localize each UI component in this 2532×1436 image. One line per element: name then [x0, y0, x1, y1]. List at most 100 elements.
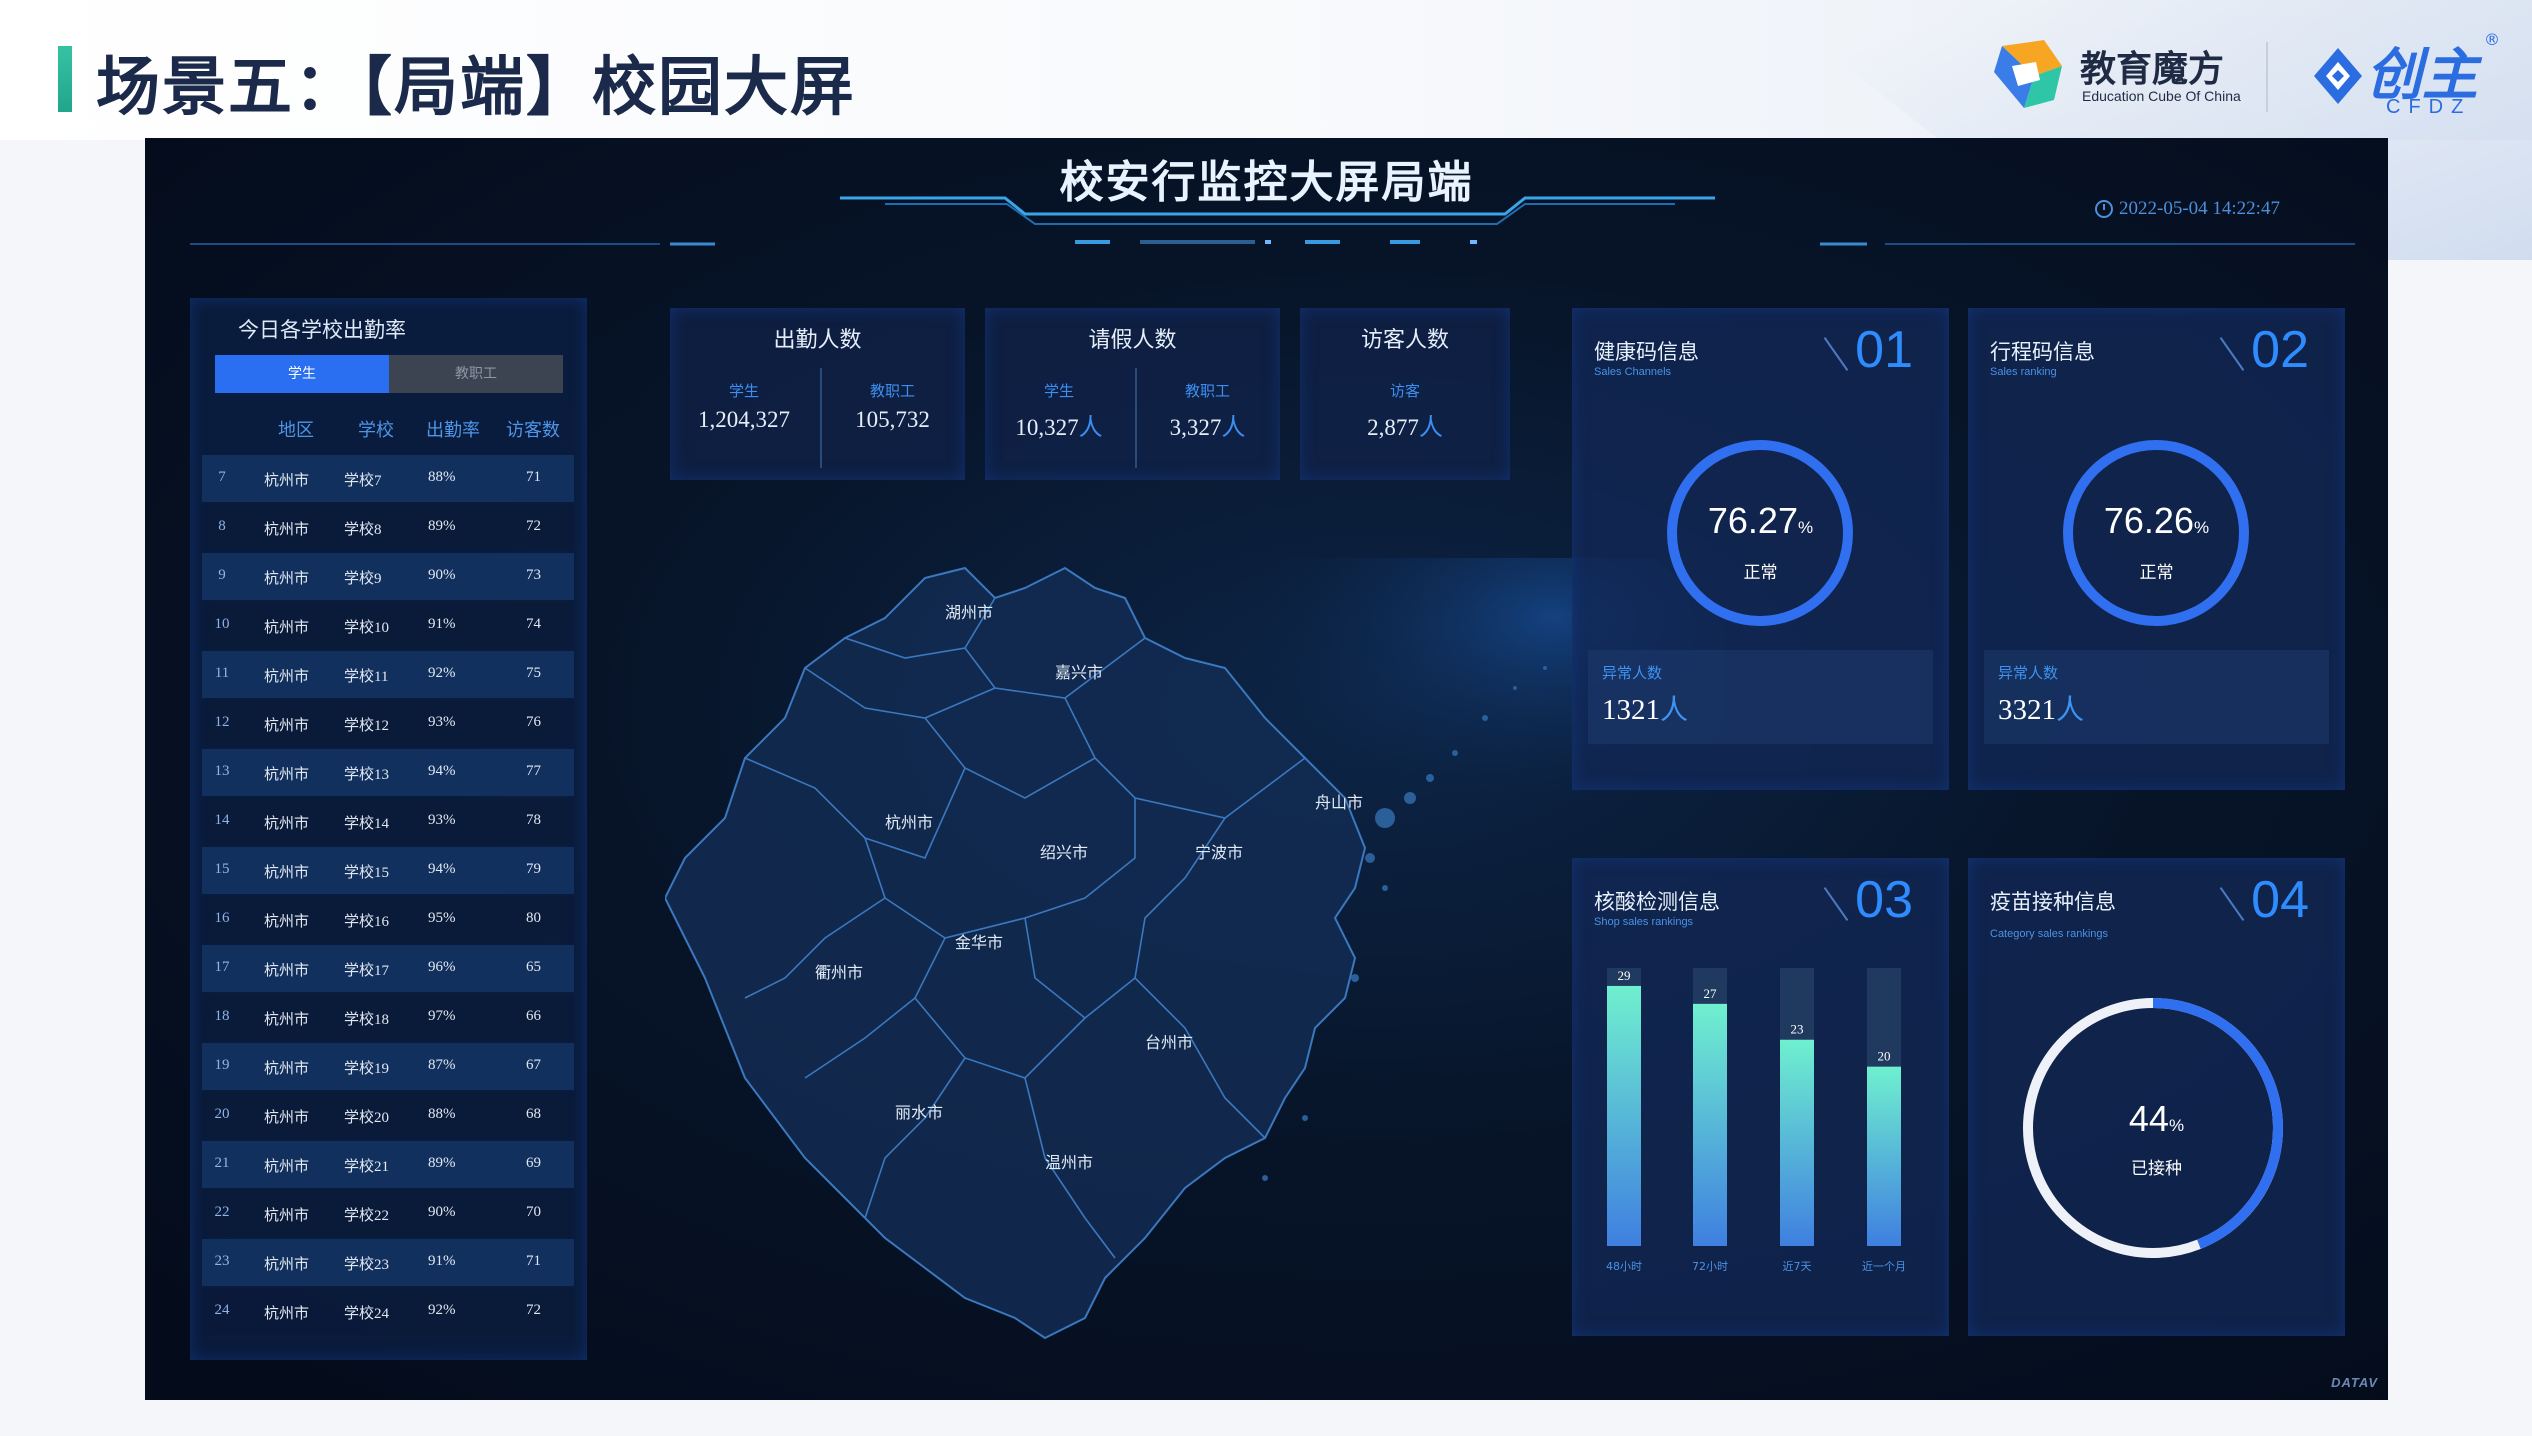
leave-staff-number: 3,327: [1169, 415, 1222, 440]
bar-2[interactable]: [1780, 1039, 1814, 1246]
cell-region: 杭州市: [264, 816, 310, 832]
label-staff: 教职工: [1184, 382, 1230, 400]
vaccine-number: 04: [2251, 871, 2309, 929]
clock-icon: [2095, 200, 2113, 218]
map-city-label[interactable]: 嘉兴市: [1055, 663, 1103, 682]
bar-value-label: 27: [1704, 986, 1718, 1001]
visitor-count-card: 访客人数 访客 2,877人: [1300, 308, 1510, 480]
value-visitor: 2,877人: [1300, 407, 1510, 442]
vaccine-status: 已接种: [2131, 1159, 2182, 1179]
health-code-card: 健康码信息 Sales Channels 01 76.27% 正常 异常人数 1…: [1572, 308, 1949, 790]
cell-rate: 90%: [428, 567, 456, 583]
map-city-label[interactable]: 金华市: [955, 933, 1003, 952]
bar-0[interactable]: [1607, 985, 1641, 1246]
cfdz-logo-icon: [2314, 48, 2362, 104]
table-row[interactable]: 21 杭州市 学校21 89% 69: [202, 1141, 574, 1188]
datetime-text: 2022-05-04 14:22:47: [2119, 198, 2280, 219]
health-code-abnormal-value: 1321人: [1602, 688, 1688, 728]
table-row[interactable]: 10 杭州市 学校10 91% 74: [202, 602, 574, 649]
bar-category-label: 72小时: [1692, 1260, 1728, 1273]
label-student: 学生: [728, 382, 759, 400]
cell-region: 杭州市: [264, 718, 310, 734]
table-row[interactable]: 13 杭州市 学校13 94% 77: [202, 749, 574, 796]
table-row[interactable]: 23 杭州市 学校23 91% 71: [202, 1239, 574, 1286]
visitor-count-title: 访客人数: [1360, 328, 1449, 353]
cell-region: 杭州市: [264, 571, 310, 587]
row-index: 19: [214, 1057, 230, 1073]
map-city-label[interactable]: 绍兴市: [1040, 843, 1088, 862]
cell-rate: 88%: [428, 469, 456, 485]
table-row[interactable]: 15 杭州市 学校15 94% 79: [202, 847, 574, 894]
bar-1[interactable]: [1693, 1003, 1727, 1246]
table-row[interactable]: 11 杭州市 学校11 92% 75: [202, 651, 574, 698]
cell-rate: 91%: [428, 1253, 456, 1269]
col-rate: 出勤率: [426, 420, 480, 441]
row-index: 21: [214, 1155, 230, 1171]
unit-person: 人: [1418, 415, 1443, 441]
map-city-label[interactable]: 丽水市: [895, 1103, 943, 1122]
table-row[interactable]: 24 杭州市 学校24 92% 72: [202, 1288, 574, 1335]
cell-school: 学校7: [344, 473, 382, 489]
leave-count-title: 请假人数: [1088, 328, 1177, 353]
row-index: 9: [218, 567, 226, 583]
health-code-abnormal-label: 异常人数: [1602, 664, 1663, 682]
cell-region: 杭州市: [264, 767, 310, 783]
table-row[interactable]: 12 杭州市 学校12 93% 76: [202, 700, 574, 747]
map-city-label[interactable]: 温州市: [1045, 1153, 1093, 1172]
row-index: 15: [214, 861, 230, 877]
cell-rate: 94%: [428, 861, 456, 877]
row-index: 10: [214, 616, 230, 632]
cell-visitors: 68: [526, 1106, 541, 1122]
map-city-label[interactable]: 宁波市: [1195, 843, 1243, 862]
row-index: 22: [214, 1204, 230, 1220]
table-row[interactable]: 16 杭州市 学校16 95% 80: [202, 896, 574, 943]
table-row[interactable]: 19 杭州市 学校19 87% 67: [202, 1043, 574, 1090]
map-city-label[interactable]: 舟山市: [1315, 793, 1363, 812]
map-city-label[interactable]: 湖州市: [945, 603, 993, 622]
cell-school: 学校16: [344, 914, 390, 930]
logo1-subtitle: Education Cube Of China: [2082, 88, 2241, 104]
bar-value-label: 20: [1878, 1049, 1891, 1064]
map-city-label[interactable]: 衢州市: [815, 963, 863, 982]
label-staff: 教职工: [869, 382, 915, 400]
title-accent-bar: [58, 46, 72, 112]
table-row[interactable]: 8 杭州市 学校8 89% 72: [202, 504, 574, 551]
table-row[interactable]: 20 杭州市 学校20 88% 68: [202, 1092, 574, 1139]
zhejiang-map[interactable]: 湖州市嘉兴市杭州市绍兴市 宁波市 舟山市金华市衢州市台州市丽水市温州市: [665, 558, 1725, 1358]
cell-school: 学校21: [344, 1159, 390, 1175]
cell-visitors: 78: [526, 812, 541, 828]
travel-code-status: 正常: [2139, 563, 2174, 583]
table-row[interactable]: 7 杭州市 学校7 88% 71: [202, 455, 574, 502]
cell-rate: 96%: [428, 959, 456, 975]
map-city-label[interactable]: 杭州市: [885, 813, 933, 832]
unit-person: 人: [1221, 415, 1246, 441]
attendance-student-cell: 学生 1,204,327: [670, 380, 818, 433]
cell-rate: 92%: [428, 1302, 456, 1318]
cell-school: 学校19: [344, 1061, 390, 1077]
tab-students[interactable]: 学生: [215, 355, 389, 393]
tab-staff[interactable]: 教职工: [389, 355, 563, 393]
cell-visitors: 69: [526, 1155, 541, 1171]
table-row[interactable]: 22 杭州市 学校22 90% 70: [202, 1190, 574, 1237]
attendance-staff-cell: 教职工 105,732: [820, 380, 965, 433]
cell-region: 杭州市: [264, 1306, 310, 1322]
logo2-subtitle: CFDZ: [2386, 96, 2472, 118]
cell-rate: 88%: [428, 1106, 456, 1122]
table-row[interactable]: 17 杭州市 学校17 96% 65: [202, 945, 574, 992]
row-index: 11: [214, 665, 230, 681]
row-index: 18: [214, 1008, 230, 1024]
table-row[interactable]: 18 杭州市 学校18 97% 66: [202, 994, 574, 1041]
table-row[interactable]: 9 杭州市 学校9 90% 73: [202, 553, 574, 600]
cell-region: 杭州市: [264, 865, 310, 881]
nucleic-bar-chart: 29 48小时 27 72小时 23 近7天 20 近一个月: [1606, 968, 1906, 1273]
attendance-title: 今日各学校出勤率: [238, 318, 406, 342]
cell-visitors: 71: [526, 1253, 541, 1269]
row-index: 14: [214, 812, 230, 828]
row-index: 7: [218, 469, 226, 485]
map-city-label[interactable]: 台州市: [1145, 1033, 1193, 1052]
table-row[interactable]: 14 杭州市 学校14 93% 78: [202, 798, 574, 845]
travel-code-abnormal-value: 3321人: [1998, 688, 2084, 728]
label-visitor: 访客: [1389, 382, 1420, 400]
unit-person: 人: [1660, 695, 1689, 726]
bar-3[interactable]: [1867, 1066, 1901, 1246]
